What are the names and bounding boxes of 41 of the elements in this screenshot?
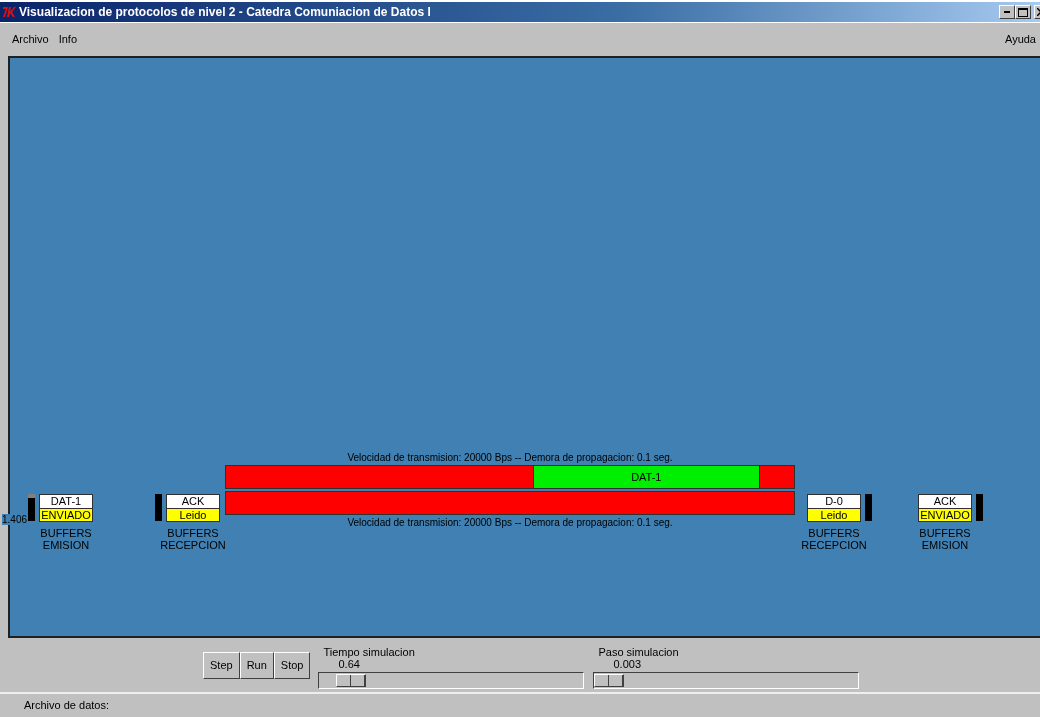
maximize-button[interactable] <box>1015 5 1032 19</box>
status-label: Leido <box>808 508 860 521</box>
buffer-meter <box>865 494 872 521</box>
buffer-meter <box>28 494 36 521</box>
buffer-meter <box>976 494 983 521</box>
buffer-caption: BUFFERS RECEPCION <box>159 527 227 551</box>
buffer-caption: BUFFERS EMISION <box>918 527 972 551</box>
frame-segment: DAT-1 <box>532 466 760 488</box>
buffer-caption: BUFFERS RECEPCION <box>800 527 868 551</box>
link-caption: Velocidad de transmision: 20000 Bps -- Demora de propagacion: 0.1 seg. <box>346 451 674 464</box>
slider-thumb[interactable] <box>335 674 366 687</box>
minimize-button[interactable] <box>999 5 1016 19</box>
menu-item[interactable]: Info <box>54 31 82 48</box>
link-caption: Velocidad de transmision: 20000 Bps -- Demora de propagacion: 0.1 seg. <box>346 516 674 529</box>
slider-thumb[interactable] <box>594 674 625 687</box>
slider-track[interactable] <box>318 672 585 689</box>
status-text: Archivo de datos: <box>24 698 109 714</box>
menu-item[interactable]: Archivo <box>8 31 53 48</box>
status-label: Leido <box>167 508 219 521</box>
time-reading: 1.406 <box>2 514 28 525</box>
status-label: ENVIADO <box>919 508 971 521</box>
sim-button[interactable]: Step <box>203 652 240 679</box>
maximize-icon <box>1018 7 1029 17</box>
slider-label: Paso simulacion <box>597 646 680 658</box>
app-icon <box>2 6 16 18</box>
buffer-meter <box>155 494 162 521</box>
slider-value: 0.64 <box>337 658 361 670</box>
frame-label: DAT-1 <box>40 495 93 508</box>
sim-button[interactable]: Stop <box>273 652 311 679</box>
status-label: ENVIADO <box>40 508 93 521</box>
minimize-icon <box>1004 11 1011 13</box>
slider-value: 0.003 <box>612 658 642 670</box>
sim-button[interactable]: Run <box>239 652 274 679</box>
frame-label: ACK <box>919 495 971 508</box>
frame-label: D-0 <box>808 495 860 508</box>
slider-track[interactable] <box>593 672 860 689</box>
buffer-caption: BUFFERS EMISION <box>39 527 93 551</box>
frame-label: ACK <box>167 495 219 508</box>
slider-label: Tiempo simulacion <box>322 646 416 658</box>
window-title: Visualizacion de protocolos de nivel 2 - Catedra Comuniacion de Datos I <box>19 4 431 21</box>
menu-item[interactable]: Ayuda <box>1001 31 1040 48</box>
